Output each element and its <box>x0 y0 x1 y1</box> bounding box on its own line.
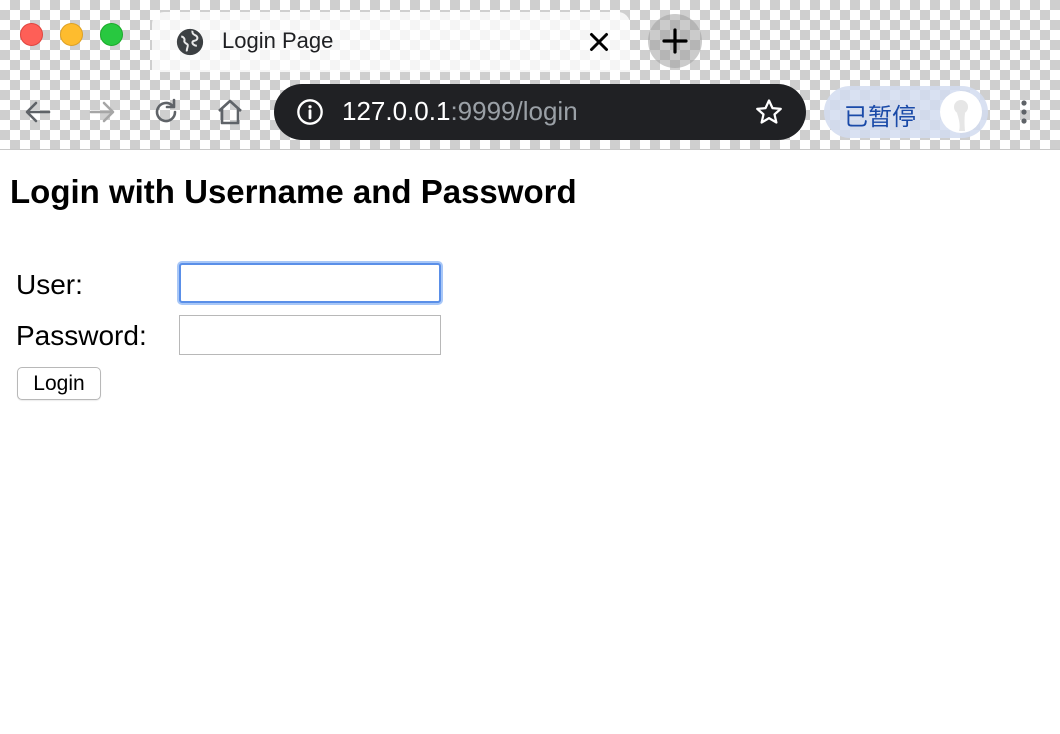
url-host: 127.0.0.1 <box>342 96 451 126</box>
window-close-button[interactable] <box>20 23 43 46</box>
window-maximize-button[interactable] <box>100 23 123 46</box>
star-icon[interactable] <box>754 97 784 127</box>
page-title: Login with Username and Password <box>10 173 577 210</box>
back-arrow-icon[interactable] <box>22 96 54 128</box>
url-text[interactable]: 127.0.0.1:9999/login <box>342 96 578 127</box>
close-icon[interactable] <box>584 27 614 57</box>
more-vertical-icon[interactable] <box>1010 96 1038 128</box>
globe-icon <box>176 28 204 56</box>
profile-paused-button[interactable]: 已暂停 <box>824 86 988 138</box>
home-icon[interactable] <box>214 96 246 128</box>
tab-login-page[interactable]: Login Page <box>152 12 630 72</box>
person-icon <box>954 100 968 131</box>
tab-title: Login Page <box>222 28 334 53</box>
profile-status-label: 已暂停 <box>844 103 916 131</box>
forward-arrow-icon[interactable] <box>86 96 118 128</box>
info-icon[interactable] <box>296 98 324 126</box>
password-input[interactable] <box>179 315 441 355</box>
window-minimize-button[interactable] <box>60 23 83 46</box>
address-bar[interactable]: 127.0.0.1:9999/login <box>274 84 806 140</box>
plus-icon <box>662 28 688 54</box>
new-tab-button[interactable] <box>648 14 702 68</box>
reload-icon[interactable] <box>150 96 182 128</box>
username-input[interactable] <box>179 263 441 303</box>
browser-chrome: Login Page 127.0.0.1:9999/login 已暂停 <box>0 0 1060 150</box>
user-label: User: <box>16 269 83 300</box>
login-button[interactable]: Login <box>17 367 101 400</box>
page-content: Login with Username and Password User: P… <box>0 151 1060 734</box>
url-path: :9999/login <box>450 96 578 126</box>
password-label: Password: <box>16 320 147 351</box>
avatar <box>940 91 982 133</box>
